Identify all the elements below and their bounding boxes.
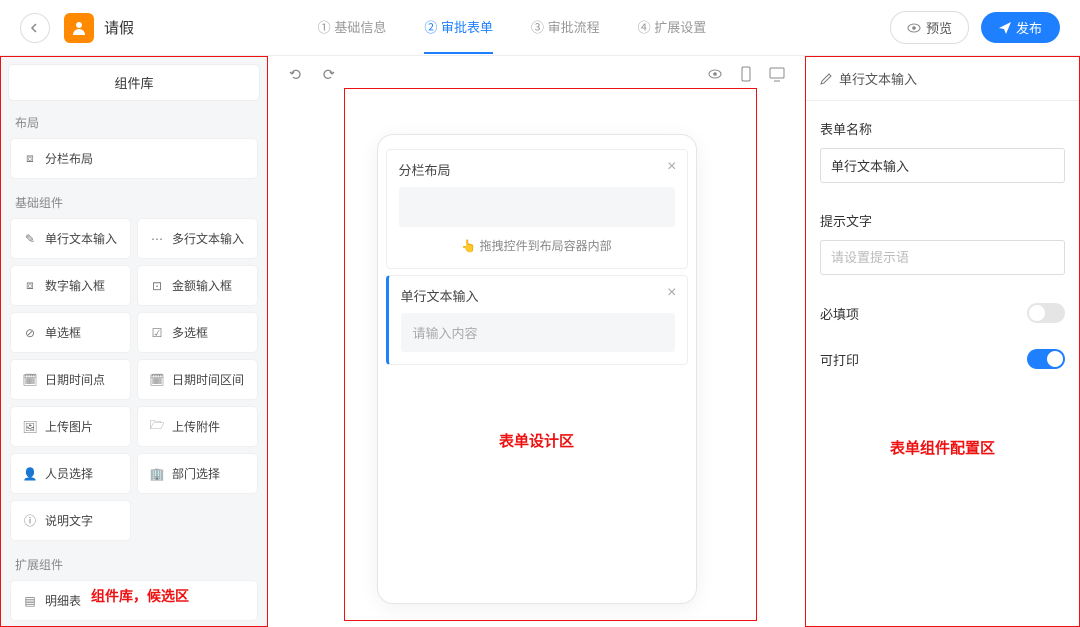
publish-label: 发布 [1016,18,1042,37]
lib-item-basic-3[interactable]: ⊡ 金额输入框 [138,266,257,305]
canvas-annotation: 表单设计区 [499,430,574,451]
lib-item-basic-9[interactable]: 🗁 上传附件 [138,407,257,446]
lib-item-basic-10[interactable]: 👤 人员选择 [11,454,130,493]
name-label: 表单名称 [820,119,1065,138]
eye-icon [907,21,921,35]
component-icon: ⧈ [23,279,37,293]
component-library: 组件库 布局 ⧈ 分栏布局 基础组件 ✎ 单行文本输入 ⋯ 多行文本输入 ⧈ 数字输入框 ⊡… [0,56,268,627]
required-label: 必填项 [820,304,859,323]
section-expand-label: 扩展组件 [1,552,267,581]
pencil-icon [820,72,833,85]
table-icon: ▤ [23,594,37,608]
lib-item-column-layout[interactable]: ⧈ 分栏布局 [11,139,257,178]
section-layout-label: 布局 [1,110,267,139]
component-icon: 🗓 [150,373,164,387]
publish-button[interactable]: 发布 [981,12,1060,43]
lib-item-basic-7[interactable]: 🗓 日期时间区间 [138,360,257,399]
component-icon: ✎ [23,232,37,246]
text-card-title: 单行文本输入 [401,286,675,305]
lib-item-basic-5[interactable]: ☑ 多选框 [138,313,257,352]
lib-item-label: 明细表 [45,592,81,609]
lib-item-label: 说明文字 [45,512,93,529]
printable-label: 可打印 [820,350,859,369]
lib-item-label: 上传图片 [45,418,93,435]
step-approval-form[interactable]: ② 审批表单 [424,17,493,54]
lib-item-label: 日期时间点 [45,371,105,388]
drop-hint: 👆 拖拽控件到布局容器内部 [399,227,675,256]
config-title: 单行文本输入 [839,69,917,88]
printable-switch[interactable] [1027,349,1065,369]
component-icon: ⓘ [23,514,37,528]
config-panel: 单行文本输入 表单名称 提示文字 必填项 可打印 表单组件配置区 [805,56,1080,627]
lib-item-basic-2[interactable]: ⧈ 数字输入框 [11,266,130,305]
lib-item-label: 多选框 [172,324,208,341]
component-icon: 🗁 [150,420,164,434]
text-placeholder: 请输入内容 [401,313,675,352]
component-icon: 🗓 [23,373,37,387]
config-annotation: 表单组件配置区 [890,437,995,458]
app-title: 请假 [104,17,134,38]
lib-item-label: 单选框 [45,324,81,341]
component-icon: 🖼 [23,420,37,434]
close-icon[interactable]: × [667,158,676,176]
steps-nav: ① 基础信息 ② 审批表单 ③ 审批流程 ④ 扩展设置 [318,1,707,54]
required-switch[interactable] [1027,303,1065,323]
layout-card[interactable]: 分栏布局 × 👆 拖拽控件到布局容器内部 [386,149,688,269]
step-approval-flow[interactable]: ③ 审批流程 [531,17,600,54]
step-extend-settings[interactable]: ④ 扩展设置 [638,17,707,54]
redo-button[interactable] [320,66,336,82]
library-title: 组件库 [9,65,259,100]
preview-button[interactable]: 预览 [890,11,969,44]
undo-button[interactable] [288,66,304,82]
lib-item-label: 日期时间区间 [172,371,244,388]
lib-item-label: 人员选择 [45,465,93,482]
send-icon [999,22,1011,34]
close-icon[interactable]: × [667,284,676,302]
layout-card-title: 分栏布局 [399,160,675,179]
lib-item-basic-6[interactable]: 🗓 日期时间点 [11,360,130,399]
back-button[interactable] [20,13,50,43]
pointer-icon: 👆 [461,239,476,253]
lib-item-label: 单行文本输入 [45,230,117,247]
component-icon: 👤 [23,467,37,481]
header: 请假 ① 基础信息 ② 审批表单 ③ 审批流程 ④ 扩展设置 预览 发布 [0,0,1080,56]
desktop-icon[interactable] [769,66,785,82]
step-basic-info[interactable]: ① 基础信息 [318,17,387,54]
header-actions: 预览 发布 [890,11,1060,44]
library-annotation: 组件库，候选区 [91,586,189,606]
lib-item-label: 分栏布局 [45,150,93,167]
drop-zone[interactable] [399,187,675,227]
canvas: 表单设计区 分栏布局 × 👆 拖拽控件到布局容器内部 单行文本输入 × 请输入内… [268,56,805,627]
lib-item-label: 数字输入框 [45,277,105,294]
hint-input[interactable] [820,240,1065,275]
mobile-icon[interactable] [739,66,753,82]
visibility-icon[interactable] [707,66,723,82]
component-icon: ⋯ [150,232,164,246]
layout-icon: ⧈ [23,152,37,166]
component-icon: ☑ [150,326,164,340]
lib-item-basic-12[interactable]: ⓘ 说明文字 [11,501,130,540]
component-icon: 🏢 [150,467,164,481]
lib-item-basic-11[interactable]: 🏢 部门选择 [138,454,257,493]
lib-item-basic-4[interactable]: ⊘ 单选框 [11,313,130,352]
name-input[interactable] [820,148,1065,183]
lib-item-label: 上传附件 [172,418,220,435]
preview-label: 预览 [926,18,952,37]
lib-item-label: 多行文本输入 [172,230,244,247]
text-input-card[interactable]: 单行文本输入 × 请输入内容 [386,275,688,365]
lib-item-label: 部门选择 [172,465,220,482]
lib-item-basic-8[interactable]: 🖼 上传图片 [11,407,130,446]
lib-item-label: 金额输入框 [172,277,232,294]
config-header: 单行文本输入 [806,57,1079,101]
hint-label: 提示文字 [820,211,1065,230]
phone-preview: 分栏布局 × 👆 拖拽控件到布局容器内部 单行文本输入 × 请输入内容 [377,134,697,604]
component-icon: ⊘ [23,326,37,340]
section-basic-label: 基础组件 [1,190,267,219]
component-icon: ⊡ [150,279,164,293]
app-icon [64,13,94,43]
lib-item-basic-0[interactable]: ✎ 单行文本输入 [11,219,130,258]
lib-item-basic-1[interactable]: ⋯ 多行文本输入 [138,219,257,258]
